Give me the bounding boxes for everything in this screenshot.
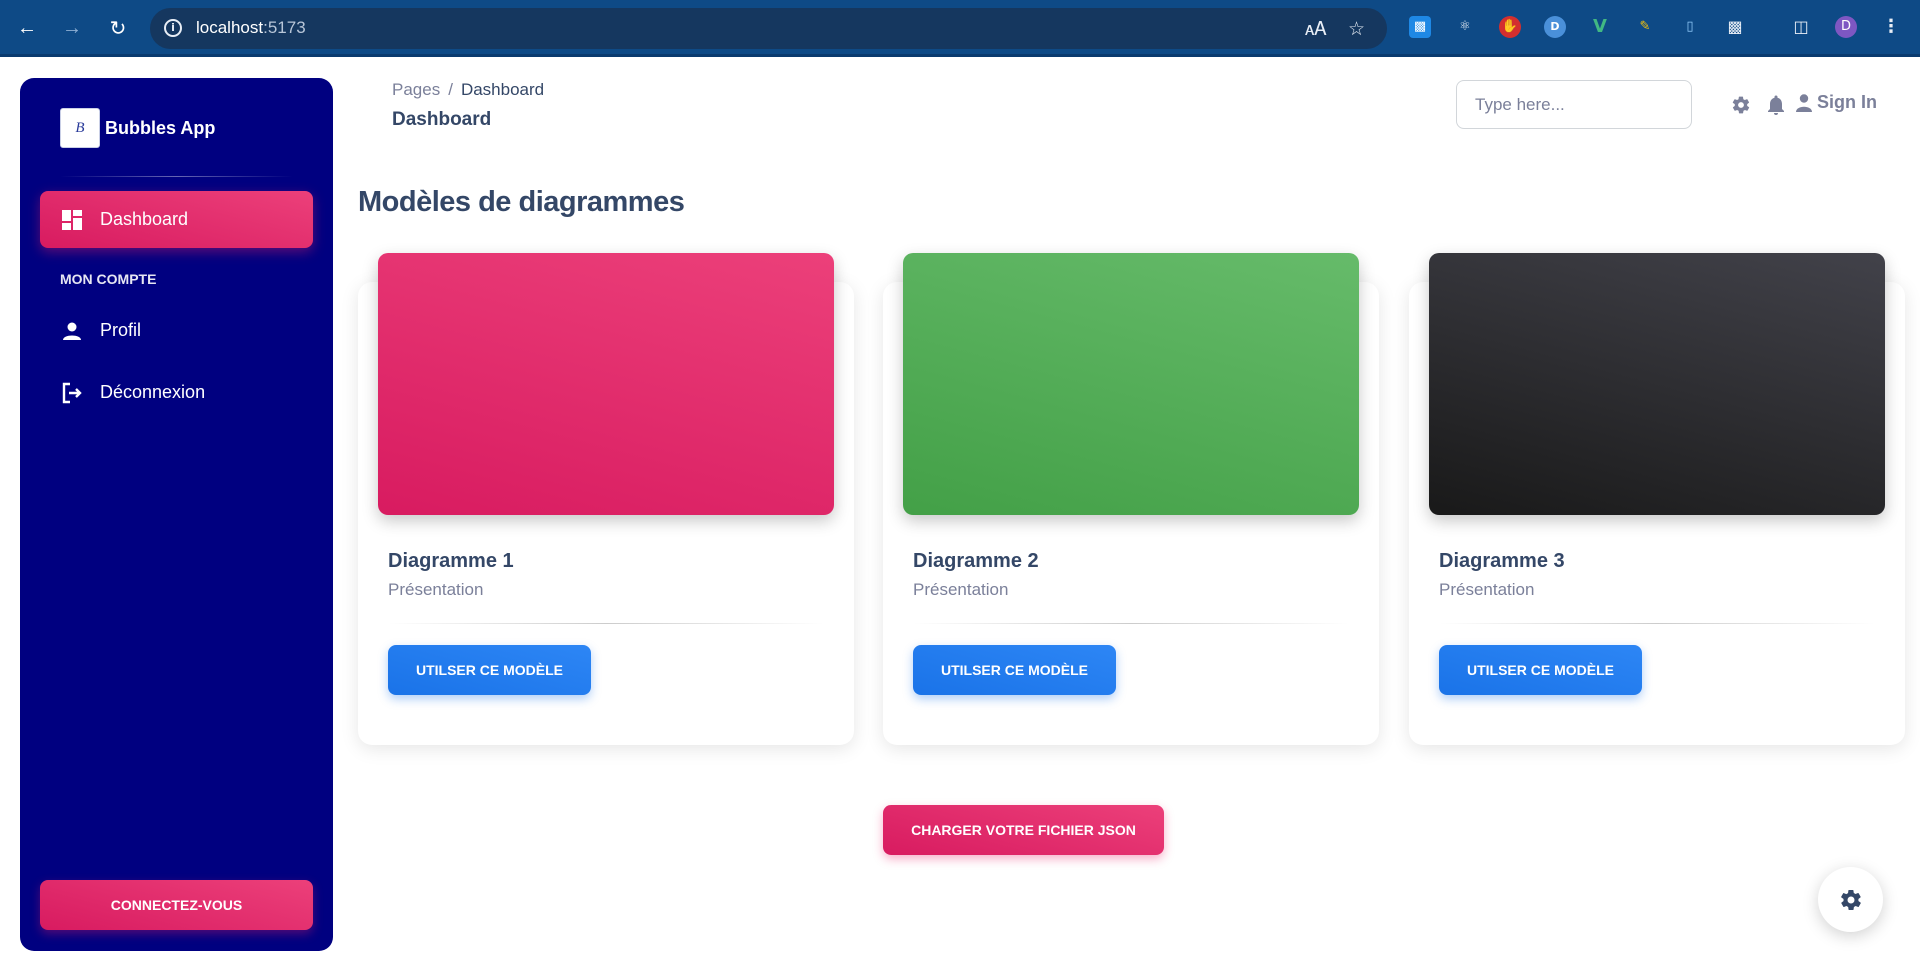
sidebar-divider xyxy=(60,176,293,177)
use-template-button[interactable]: UTILSER CE MODÈLE xyxy=(913,645,1116,695)
sidebar-item-label: Profil xyxy=(100,320,142,340)
sidebar-item-profil[interactable]: Profil xyxy=(40,302,313,359)
signin-link[interactable]: Sign In xyxy=(1796,92,1877,113)
template-card: Diagramme 1 Présentation UTILSER CE MODÈ… xyxy=(358,253,854,745)
star-icon[interactable]: ☆ xyxy=(1348,18,1365,40)
back-icon[interactable]: ← xyxy=(13,14,41,42)
card-divider xyxy=(913,623,1349,624)
template-card: Diagramme 2 Présentation UTILSER CE MODÈ… xyxy=(883,253,1379,745)
card-title: Diagramme 3 xyxy=(1439,550,1565,572)
card-subtitle: Présentation xyxy=(388,580,484,599)
signin-label: Sign In xyxy=(1817,92,1877,112)
ext-window-icon[interactable]: ▩ xyxy=(1409,16,1431,38)
browser-toolbar: ← → ↻ i localhost:5173 🗚 ☆ ▩ ⚛ ✋ D V ✎ ▯… xyxy=(0,0,1920,57)
brand-name: Bubbles App xyxy=(105,117,216,138)
ext-doc-icon[interactable]: ▯ xyxy=(1679,16,1701,38)
avatar[interactable]: D xyxy=(1835,16,1857,38)
brand[interactable]: B Bubbles App xyxy=(60,108,215,148)
card-thumbnail[interactable] xyxy=(1429,253,1885,515)
forward-icon[interactable]: → xyxy=(58,14,86,42)
sidebar: B Bubbles App Dashboard MON COMPTE Profi… xyxy=(20,78,333,951)
settings-fab[interactable] xyxy=(1818,867,1883,932)
ext-d-icon[interactable]: D xyxy=(1544,16,1566,38)
sidepanel-icon[interactable]: ◫ xyxy=(1790,16,1812,38)
sidebar-item-label: Déconnexion xyxy=(100,382,206,402)
use-template-button[interactable]: UTILSER CE MODÈLE xyxy=(388,645,591,695)
card-title: Diagramme 2 xyxy=(913,550,1039,572)
section-title: Modèles de diagrammes xyxy=(358,186,685,218)
section-label: MON COMPTE xyxy=(60,271,157,287)
search-input[interactable] xyxy=(1456,80,1692,129)
logout-icon xyxy=(60,381,84,405)
vue-icon[interactable]: V xyxy=(1589,16,1611,38)
dashboard-icon xyxy=(60,208,84,232)
ext-pencil-icon[interactable]: ✎ xyxy=(1634,16,1656,38)
card-thumbnail[interactable] xyxy=(378,253,834,515)
breadcrumb-current: Dashboard xyxy=(460,80,545,99)
person-icon xyxy=(60,319,84,343)
card-title: Diagramme 1 xyxy=(388,550,514,572)
page-title: Dashboard xyxy=(392,109,492,130)
puzzle-icon[interactable]: ▩ xyxy=(1724,16,1746,38)
card-subtitle: Présentation xyxy=(1439,580,1535,599)
sidebar-item-deconnexion[interactable]: Déconnexion xyxy=(40,364,313,421)
breadcrumb-separator: / xyxy=(448,80,453,99)
reload-icon[interactable]: ↻ xyxy=(104,14,132,42)
react-icon[interactable]: ⚛ xyxy=(1454,16,1476,38)
logo: B xyxy=(60,108,100,148)
url-text[interactable]: localhost:5173 xyxy=(196,18,306,38)
address-bar[interactable]: i localhost:5173 🗚 ☆ xyxy=(150,8,1387,49)
use-template-button[interactable]: UTILSER CE MODÈLE xyxy=(1439,645,1642,695)
adblock-icon[interactable]: ✋ xyxy=(1499,16,1521,38)
sidebar-item-dashboard[interactable]: Dashboard xyxy=(40,191,313,248)
sidebar-item-label: Dashboard xyxy=(100,209,189,229)
site-info-icon[interactable]: i xyxy=(164,19,182,37)
card-divider xyxy=(388,623,824,624)
upload-json-button[interactable]: CHARGER VOTRE FICHIER JSON xyxy=(883,805,1164,855)
gear-icon[interactable] xyxy=(1731,92,1751,118)
user-icon xyxy=(1796,93,1812,112)
menu-icon[interactable]: ⋮ xyxy=(1880,16,1902,38)
translate-icon[interactable]: 🗚 xyxy=(1305,18,1327,40)
breadcrumb-root[interactable]: Pages xyxy=(392,80,440,99)
breadcrumb: Pages / Dashboard xyxy=(392,80,544,100)
bell-icon[interactable] xyxy=(1767,92,1785,118)
login-cta-button[interactable]: CONNECTEZ-VOUS xyxy=(40,880,313,930)
card-divider xyxy=(1439,623,1875,624)
card-subtitle: Présentation xyxy=(913,580,1009,599)
template-card: Diagramme 3 Présentation UTILSER CE MODÈ… xyxy=(1409,253,1905,745)
card-thumbnail[interactable] xyxy=(903,253,1359,515)
gear-icon xyxy=(1839,888,1863,912)
